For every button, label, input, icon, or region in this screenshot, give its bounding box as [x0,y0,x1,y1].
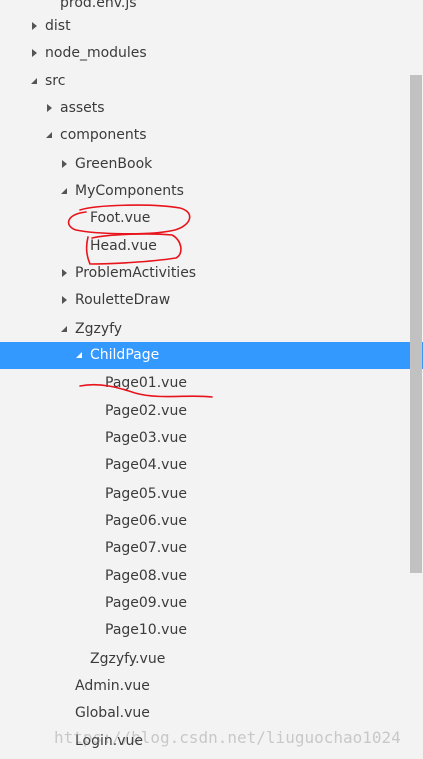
file-explorer-tree: prod.env.js dist node_modules src assets… [0,0,423,759]
tree-item-label: Admin.vue [75,678,150,694]
tree-item-file[interactable]: Page02.vue [0,398,423,425]
tree-item-folder[interactable]: node_modules [0,40,423,67]
tree-item-label: Zgzyfy [75,321,123,337]
tree-item-file[interactable]: Page06.vue [0,508,423,535]
chevron-right-icon[interactable] [60,287,70,314]
chevron-right-icon[interactable] [30,13,40,40]
tree-item-folder[interactable]: dist [0,13,423,40]
tree-item-folder[interactable]: assets [0,95,423,122]
tree-item-folder[interactable]: GreenBook [0,151,423,178]
tree-item-file[interactable]: Page05.vue [0,481,423,508]
tree-item-folder[interactable]: components [0,122,423,149]
chevron-down-icon[interactable] [45,122,55,149]
tree-item-label: Global.vue [75,705,150,721]
tree-item-label: RouletteDraw [75,292,171,308]
chevron-right-icon[interactable] [60,260,70,287]
tree-item-label: assets [60,100,105,116]
tree-item-label: Page01.vue [105,375,187,391]
tree-item-label: Page07.vue [105,540,187,556]
tree-item-label: dist [45,18,71,34]
tree-item-label: Head.vue [90,238,157,254]
tree-item-label: Page02.vue [105,403,187,419]
tree-item-file[interactable]: Page08.vue [0,563,423,590]
watermark: https://blog.csdn.net/liuguochao1024 [54,728,401,747]
chevron-down-icon[interactable] [60,316,70,343]
tree-item-label: ChildPage [90,347,160,363]
tree-item-file[interactable]: Foot.vue [0,205,423,232]
tree-item-file[interactable]: Page09.vue [0,590,423,617]
tree-item-folder[interactable]: RouletteDraw [0,287,423,314]
tree-item-label: Page10.vue [105,622,187,638]
tree-item-folder[interactable]: MyComponents [0,178,423,205]
chevron-right-icon[interactable] [45,95,55,122]
chevron-right-icon[interactable] [60,151,70,178]
tree-item-label: src [45,73,66,89]
tree-item-label: Page08.vue [105,568,187,584]
chevron-down-icon[interactable] [60,178,70,205]
tree-item-folder[interactable]: Zgzyfy [0,316,423,343]
tree-item-file[interactable]: Zgzyfy.vue [0,646,423,673]
tree-item-label: Page05.vue [105,486,187,502]
tree-item-file[interactable]: Page04.vue [0,452,423,479]
tree-item-folder[interactable]: ProblemActivities [0,260,423,287]
chevron-down-icon[interactable] [30,68,40,95]
tree-item-label: components [60,127,147,143]
tree-item-file[interactable]: Head.vue [0,233,423,260]
tree-item-label: node_modules [45,45,147,61]
scrollbar-thumb[interactable] [410,75,422,573]
tree-item-label: Page09.vue [105,595,187,611]
tree-item-label: Zgzyfy.vue [90,651,166,667]
tree-item-file[interactable]: Page07.vue [0,535,423,562]
tree-item-file[interactable]: Page01.vue [0,370,423,397]
tree-item-file[interactable]: Admin.vue [0,673,423,700]
tree-item-label: Page04.vue [105,457,187,473]
tree-item-label: ProblemActivities [75,265,197,281]
chevron-right-icon[interactable] [30,40,40,67]
tree-item-label: Page06.vue [105,513,187,529]
chevron-down-icon[interactable] [75,342,85,369]
tree-item-label: Page03.vue [105,430,187,446]
tree-item-label: Foot.vue [90,210,151,226]
tree-item-file[interactable]: Page03.vue [0,425,423,452]
tree-item-label: MyComponents [75,183,184,199]
tree-item-label: GreenBook [75,156,153,172]
tree-item-folder[interactable]: src [0,68,423,95]
tree-item-file[interactable]: Global.vue [0,700,423,727]
tree-item-file[interactable]: Page10.vue [0,617,423,644]
tree-item-folder-selected[interactable]: ChildPage [0,342,423,369]
